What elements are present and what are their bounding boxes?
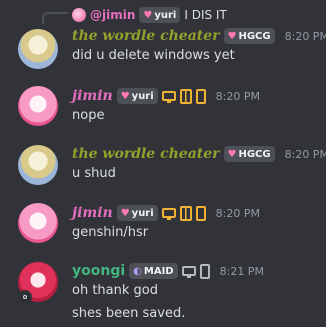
message-header: the wordle cheater ♥ HGCG 8:20 PM (72, 26, 326, 46)
phone-icon (195, 205, 206, 221)
desktop-icon (161, 208, 176, 220)
timestamp[interactable]: 8:20 PM (216, 207, 260, 220)
timestamp[interactable]: 8:21 PM (220, 265, 264, 278)
username[interactable]: jimin (72, 88, 113, 104)
heart-icon: ♥ (143, 9, 153, 21)
message-header: the wordle cheater ♥ HGCG 8:20 PM (72, 144, 326, 164)
tag-label: yuri (131, 90, 154, 102)
user-tag: ♥ HGCG (223, 146, 275, 162)
timestamp[interactable]: 8:20 PM (216, 90, 260, 103)
username[interactable]: yoongi (72, 263, 125, 279)
phone-icon (195, 88, 206, 104)
reply-connector (42, 12, 68, 24)
reply-text: I DIS IT (184, 8, 227, 22)
reply-preview[interactable]: @jimin ♥ yuri I DIS IT (72, 6, 227, 24)
message-text: nope (72, 108, 105, 123)
message-text: shes been saved. (72, 306, 186, 321)
timestamp[interactable]: 8:20 PM (285, 30, 326, 43)
user-tag: ♥ HGCG (223, 28, 275, 44)
reply-avatar (72, 8, 86, 22)
avatar[interactable] (18, 145, 58, 185)
user-tag: ♥ yuri (116, 205, 158, 221)
reply-tag-label: yuri (154, 9, 177, 21)
message-header: yoongi ◐ MAID 8:21 PM (72, 261, 264, 281)
message-text: oh thank god (72, 283, 158, 298)
avatar[interactable] (18, 203, 58, 243)
avatar[interactable] (18, 29, 58, 69)
message-header: jimin ♥ yuri 8:20 PM (72, 86, 260, 106)
desktop-icon (161, 91, 176, 103)
username[interactable]: jimin (72, 205, 113, 221)
heart-icon: ♥ (227, 30, 237, 42)
heart-icon: ♥ (120, 90, 130, 102)
tag-label: yuri (131, 207, 154, 219)
book-icon (179, 88, 192, 104)
username[interactable]: the wordle cheater (72, 146, 220, 162)
message-text: u shud (72, 166, 116, 181)
user-tag: ◐ MAID (129, 263, 178, 279)
heart-icon: ♥ (120, 207, 130, 219)
phone-icon (199, 263, 210, 279)
reply-username[interactable]: @jimin (90, 8, 135, 22)
tag-label: HGCG (238, 30, 271, 42)
status-icon (18, 290, 32, 304)
role-icon: ◐ (133, 265, 142, 277)
message-text: genshin/hsr (72, 225, 149, 240)
desktop-icon (181, 266, 196, 278)
tag-label: MAID (143, 265, 174, 277)
message-header: jimin ♥ yuri 8:20 PM (72, 203, 260, 223)
reply-tag: ♥ yuri (139, 7, 181, 23)
message-text: did u delete windows yet (72, 48, 235, 63)
username[interactable]: the wordle cheater (72, 28, 220, 44)
timestamp[interactable]: 8:20 PM (285, 148, 326, 161)
avatar[interactable] (18, 86, 58, 126)
user-tag: ♥ yuri (116, 88, 158, 104)
heart-icon: ♥ (227, 148, 237, 160)
tag-label: HGCG (238, 148, 271, 160)
book-icon (179, 205, 192, 221)
